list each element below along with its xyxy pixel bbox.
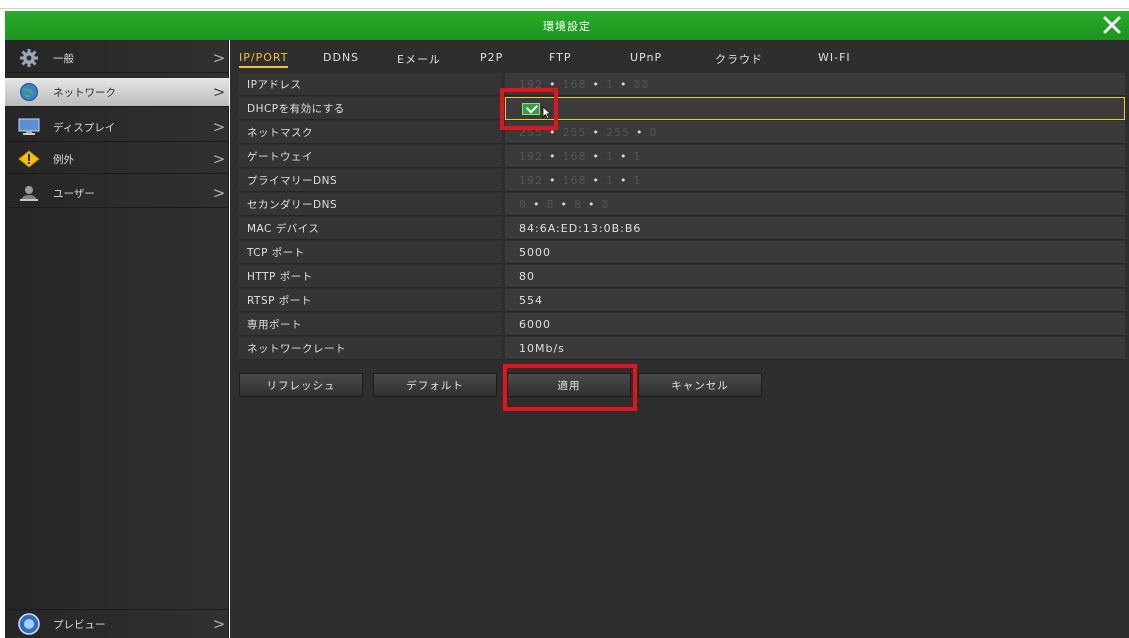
top-edge: [0, 0, 1129, 9]
rtsp-port-label: RTSP ポート: [239, 289, 502, 312]
sidebar-item-label: プレビュー: [53, 618, 106, 631]
warning-icon: [18, 150, 40, 168]
table-row: ゲートウェイ 192 • 168 • 1 • 1: [239, 145, 1125, 168]
ip-octet: 255: [562, 125, 587, 139]
sidebar-item-preview[interactable]: プレビュー >: [5, 609, 229, 638]
ip-octet: 8: [519, 197, 527, 211]
table-row: HTTP ポート 80: [239, 265, 1125, 288]
table-row: MAC デバイス 84:6A:ED:13:0B:B6: [239, 217, 1125, 240]
primary-dns-field[interactable]: 192 • 168 • 1 • 1: [505, 169, 1125, 192]
window-title: 環境設定: [543, 19, 591, 33]
ip-octet: 8: [601, 197, 610, 211]
table-row: DHCPを有効にする: [239, 97, 1125, 120]
title-bar: 環境設定: [5, 11, 1129, 40]
sidebar-item-label: ディスプレイ: [53, 121, 116, 134]
globe-icon: [18, 83, 40, 101]
ip-octet: 168: [562, 149, 587, 163]
sidebar-item-exception[interactable]: 例外 >: [5, 145, 229, 174]
ip-octet: 8: [546, 197, 555, 211]
table-row: ネットマスク 255 • 255 • 255 • 0: [239, 121, 1125, 144]
gateway-label: ゲートウェイ: [239, 145, 502, 168]
monitor-icon: [18, 118, 40, 136]
table-row: TCP ポート 5000: [239, 241, 1125, 264]
http-port-field[interactable]: 80: [505, 265, 1125, 288]
chevron-right-icon: >: [212, 49, 226, 67]
netmask-label: ネットマスク: [239, 121, 502, 144]
sidebar-item-label: 一般: [53, 52, 74, 65]
network-rate-select[interactable]: 10Mb/s: [505, 337, 1125, 360]
ip-octet: 168: [562, 77, 587, 91]
tcp-port-label: TCP ポート: [239, 241, 502, 264]
table-row: セカンダリーDNS 8 • 8 • 8 • 8: [239, 193, 1125, 216]
highlight-dhcp-checkbox: [500, 88, 558, 130]
mac-label: MAC デバイス: [239, 217, 502, 240]
secondary-dns-field[interactable]: 8 • 8 • 8 • 8: [505, 193, 1125, 216]
ip-octet: 192: [519, 173, 543, 187]
user-icon: [18, 184, 40, 202]
sidebar-item-general[interactable]: 一般 >: [5, 44, 229, 73]
sidebar: 一般 > ネットワーク > ディスプレイ > 例外 > ユーザー > プレビュー: [5, 40, 229, 638]
mac-value: 84:6A:ED:13:0B:B6: [505, 217, 1125, 240]
sidebar-item-label: ユーザー: [53, 187, 95, 200]
chevron-right-icon: >: [212, 83, 226, 101]
network-rate-label: ネットワークレート: [239, 337, 502, 360]
refresh-button[interactable]: リフレッシュ: [239, 373, 363, 397]
rtsp-port-field[interactable]: 554: [505, 289, 1125, 312]
secondary-dns-label: セカンダリーDNS: [239, 193, 502, 216]
table-row: 専用ポート 6000: [239, 313, 1125, 336]
table-row: プライマリーDNS 192 • 168 • 1 • 1: [239, 169, 1125, 192]
sidebar-item-display[interactable]: ディスプレイ >: [5, 113, 229, 142]
primary-dns-label: プライマリーDNS: [239, 169, 502, 192]
table-row: IPアドレス 192 • 168 • 1 • 88: [239, 73, 1125, 96]
dhcp-label: DHCPを有効にする: [239, 97, 502, 120]
close-icon[interactable]: [1101, 14, 1123, 36]
ip-octet: 1: [633, 149, 642, 163]
cancel-button[interactable]: キャンセル: [638, 373, 762, 397]
table-row: ネットワークレート 10Mb/s: [239, 337, 1125, 360]
chevron-right-icon: >: [212, 118, 226, 136]
ip-octet: 192: [519, 149, 543, 163]
tab-upnp[interactable]: UPnP: [630, 51, 662, 64]
tab-ddns[interactable]: DDNS: [323, 51, 359, 64]
tcp-port-field[interactable]: 5000: [505, 241, 1125, 264]
ip-label: IPアドレス: [239, 73, 502, 96]
chevron-right-icon: >: [212, 184, 226, 202]
ip-octet: 1: [606, 173, 614, 187]
ip-octet: 1: [606, 77, 614, 91]
tab-p2p[interactable]: P2P: [480, 51, 503, 64]
sidebar-item-label: ネットワーク: [53, 86, 116, 99]
tab-email[interactable]: Eメール: [397, 51, 441, 67]
chevron-right-icon: >: [212, 150, 226, 168]
ip-octet: 1: [606, 149, 614, 163]
table-row: RTSP ポート 554: [239, 289, 1125, 312]
main-panel: IP/PORT DDNS Eメール P2P FTP UPnP クラウド WI-F…: [230, 40, 1129, 638]
ip-octet: 168: [562, 173, 587, 187]
ip-address-field[interactable]: 192 • 168 • 1 • 88: [505, 73, 1125, 96]
ip-octet: 0: [649, 125, 658, 139]
private-port-label: 専用ポート: [239, 313, 502, 336]
highlight-apply-button: [503, 364, 637, 411]
ip-octet: 1: [633, 173, 642, 187]
sidebar-item-label: 例外: [53, 153, 74, 166]
sidebar-item-user[interactable]: ユーザー >: [5, 179, 229, 208]
tab-cloud[interactable]: クラウド: [715, 51, 763, 67]
private-port-field[interactable]: 6000: [505, 313, 1125, 336]
chevron-right-icon: >: [212, 615, 226, 633]
ip-octet: 255: [606, 125, 630, 139]
http-port-label: HTTP ポート: [239, 265, 502, 288]
tab-ftp[interactable]: FTP: [549, 51, 572, 64]
default-button[interactable]: デフォルト: [373, 373, 497, 397]
preview-icon: [18, 613, 40, 635]
ip-octet: 8: [574, 197, 582, 211]
ip-octet: 88: [633, 77, 650, 91]
gateway-field[interactable]: 192 • 168 • 1 • 1: [505, 145, 1125, 168]
tab-wifi[interactable]: WI-FI: [818, 51, 851, 64]
dhcp-field: [505, 97, 1125, 120]
sidebar-item-network[interactable]: ネットワーク >: [5, 78, 229, 107]
gear-icon: [18, 49, 40, 67]
netmask-field[interactable]: 255 • 255 • 255 • 0: [505, 121, 1125, 144]
tab-ip-port[interactable]: IP/PORT: [239, 51, 289, 68]
